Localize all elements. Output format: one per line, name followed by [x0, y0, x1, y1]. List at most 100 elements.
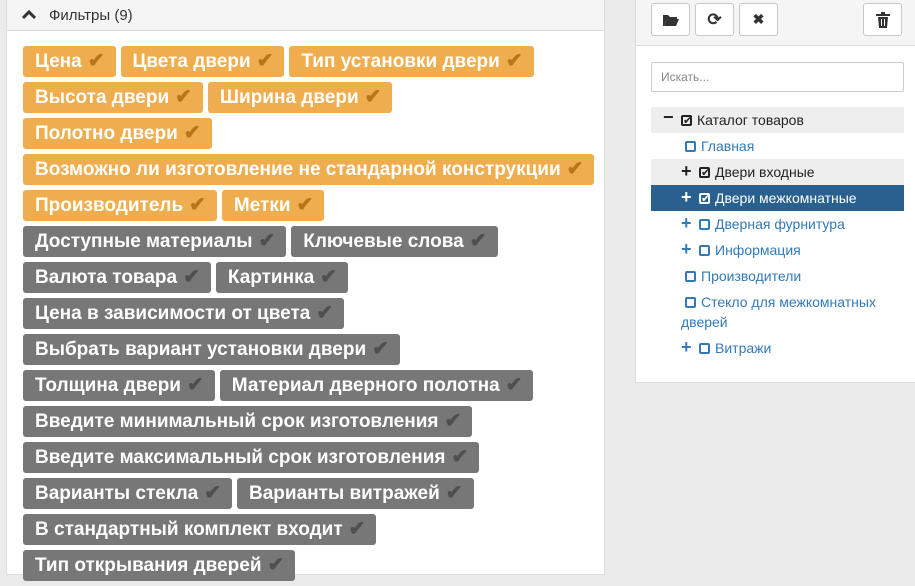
filter-tag[interactable]: В стандартный комплект входит ✔: [23, 514, 377, 545]
filter-tag[interactable]: Возможно ли изготовление не стандарной к…: [23, 154, 595, 185]
checkbox-icon[interactable]: [699, 245, 710, 256]
filter-tag-label: Высота двери: [35, 87, 170, 108]
tree-toolbar: ⟳ ✖: [636, 0, 915, 46]
filter-tag-label: Валюта товара: [35, 267, 178, 288]
filter-tag[interactable]: Доступные материалы ✔: [23, 226, 287, 257]
expand-icon[interactable]: +: [681, 187, 692, 207]
filter-tag[interactable]: Введите максимальный срок изготовления ✔: [23, 442, 480, 473]
filter-tag[interactable]: Валюта товара ✔: [23, 262, 211, 293]
check-icon: ✔: [189, 194, 206, 216]
expand-icon[interactable]: +: [681, 239, 692, 259]
trash-icon: [875, 11, 890, 28]
expand-icon[interactable]: +: [681, 213, 692, 233]
check-icon: ✔: [87, 50, 105, 72]
filter-tag-label: Полотно двери: [35, 123, 178, 144]
filter-tag-row: Введите минимальный срок изготовления ✔: [23, 406, 623, 437]
filter-tag[interactable]: Полотно двери ✔: [23, 118, 212, 149]
chevron-up-icon: [22, 10, 36, 20]
tree-item[interactable]: + Двери входные: [651, 159, 904, 185]
filter-tag[interactable]: Варианты стекла ✔: [23, 478, 233, 509]
filter-tag-label: Варианты витражей: [249, 483, 440, 504]
check-icon: ✔: [296, 194, 314, 216]
filter-tag[interactable]: Тип установки двери ✔: [289, 46, 534, 77]
filter-tag-row: Высота двери ✔ Ширина двери ✔: [23, 82, 623, 113]
tree-root[interactable]: − Каталог товаров: [651, 107, 904, 133]
filter-tag-row: В стандартный комплект входит ✔: [23, 514, 623, 545]
filter-tag-label: Тип установки двери: [301, 51, 500, 72]
filter-tag[interactable]: Ключевые слова ✔: [291, 226, 498, 257]
expand-icon[interactable]: +: [681, 337, 692, 357]
check-icon: ✔: [204, 482, 222, 504]
search-input[interactable]: [651, 62, 904, 92]
filter-tag[interactable]: Цена ✔: [23, 46, 116, 77]
filter-tag[interactable]: Толщина двери ✔: [23, 370, 215, 401]
checkbox-icon[interactable]: [699, 343, 710, 354]
category-tree: − Каталог товаров Главная+Двери входные+…: [651, 107, 904, 361]
check-icon: ✔: [187, 374, 204, 396]
checkbox-icon[interactable]: [699, 219, 710, 230]
check-icon: ✔: [183, 122, 201, 144]
tree-item[interactable]: + Витражи: [651, 335, 904, 361]
filter-tag[interactable]: Ширина двери ✔: [207, 82, 393, 113]
filters-header[interactable]: Фильтры (9): [7, 0, 604, 31]
checkbox-checked-icon[interactable]: [699, 189, 710, 209]
checkbox-icon[interactable]: [685, 141, 696, 152]
filter-tag[interactable]: Выбрать вариант установки двери ✔: [23, 334, 400, 365]
filter-tag-label: Производитель: [35, 195, 184, 216]
tree-item[interactable]: Главная: [651, 133, 904, 159]
tree-item[interactable]: Стекло для межкомнатных дверей: [651, 289, 904, 335]
tree-item[interactable]: + Двери межкомнатные: [651, 185, 904, 211]
tree-item-label: Производители: [701, 268, 802, 284]
filter-tag-label: Доступные материалы: [35, 231, 253, 252]
filter-tags: Цена ✔ Цвета двери ✔ Тип установки двери ✔ Выс…: [23, 46, 623, 586]
delete-button[interactable]: [863, 3, 902, 36]
filter-tag[interactable]: Варианты витражей ✔: [237, 478, 474, 509]
refresh-button[interactable]: ⟳: [695, 3, 734, 36]
filters-panel: Фильтры (9) Цена ✔ Цвета двери ✔ Тип установ…: [6, 0, 605, 581]
check-icon: ✔: [258, 230, 276, 252]
filter-tag-label: Картинка: [227, 267, 315, 288]
tree-item[interactable]: + Дверная фурнитура: [651, 211, 904, 237]
tree-item-label: Двери входные: [715, 164, 815, 180]
filter-tag[interactable]: Высота двери ✔: [23, 82, 203, 113]
filter-tag[interactable]: Метки ✔: [221, 190, 325, 221]
check-icon: ✔: [267, 554, 285, 576]
checkbox-checked-icon[interactable]: [699, 163, 710, 183]
close-icon: ✖: [752, 11, 765, 27]
filter-tag-row: Цена ✔ Цвета двери ✔ Тип установки двери ✔: [23, 46, 623, 77]
filter-tag-label: Цена: [35, 51, 82, 72]
category-panel: ⟳ ✖ − Каталог товаров Главная + Двери вход…: [635, 0, 915, 383]
filter-tag-row: Цена в зависимости от цвета ✔: [23, 298, 623, 329]
filter-tag[interactable]: Цена в зависимости от цвета ✔: [23, 298, 345, 329]
check-icon: ✔: [469, 230, 487, 252]
filter-tag-row: Тип открывания дверей ✔: [23, 550, 623, 581]
filter-tag[interactable]: Картинка ✔: [215, 262, 348, 293]
check-icon: ✔: [175, 86, 192, 108]
filter-tag[interactable]: Цвета двери ✔: [120, 46, 285, 77]
filter-tag-label: Введите минимальный срок изготовления: [35, 411, 439, 432]
expand-icon[interactable]: +: [681, 161, 692, 181]
tree-item-label: Стекло для межкомнатных дверей: [681, 294, 876, 330]
tree-item-label: Витражи: [715, 340, 772, 356]
filter-tag-row: Толщина двери ✔ Материал дверного полотна ✔: [23, 370, 623, 401]
tree-item[interactable]: + Информация: [651, 237, 904, 263]
filter-tag[interactable]: Материал дверного полотна ✔: [219, 370, 534, 401]
filter-tag-row: Доступные материалы ✔ Ключевые слова ✔: [23, 226, 623, 257]
filter-tag-label: Ключевые слова: [303, 231, 464, 252]
checkbox-icon[interactable]: [685, 297, 696, 308]
filter-tag[interactable]: Введите минимальный срок изготовления ✔: [23, 406, 473, 437]
check-icon: ✔: [364, 86, 382, 108]
tree-item-label: Дверная фурнитура: [715, 216, 845, 232]
collapse-icon[interactable]: −: [663, 107, 674, 127]
open-folder-button[interactable]: [651, 3, 690, 36]
filter-tag[interactable]: Производитель ✔: [23, 190, 217, 221]
filter-tag-row: Варианты стекла ✔ Варианты витражей ✔: [23, 478, 623, 509]
checkbox-icon[interactable]: [685, 271, 696, 282]
check-icon: ✔: [505, 50, 523, 72]
filter-tag[interactable]: Тип открывания дверей ✔: [23, 550, 296, 581]
check-icon: ✔: [505, 374, 523, 396]
checkbox-checked-icon[interactable]: [681, 111, 692, 131]
close-button[interactable]: ✖: [739, 3, 778, 36]
tree-item[interactable]: Производители: [651, 263, 904, 289]
filter-tag-label: Введите максимальный срок изготовления: [35, 447, 446, 468]
